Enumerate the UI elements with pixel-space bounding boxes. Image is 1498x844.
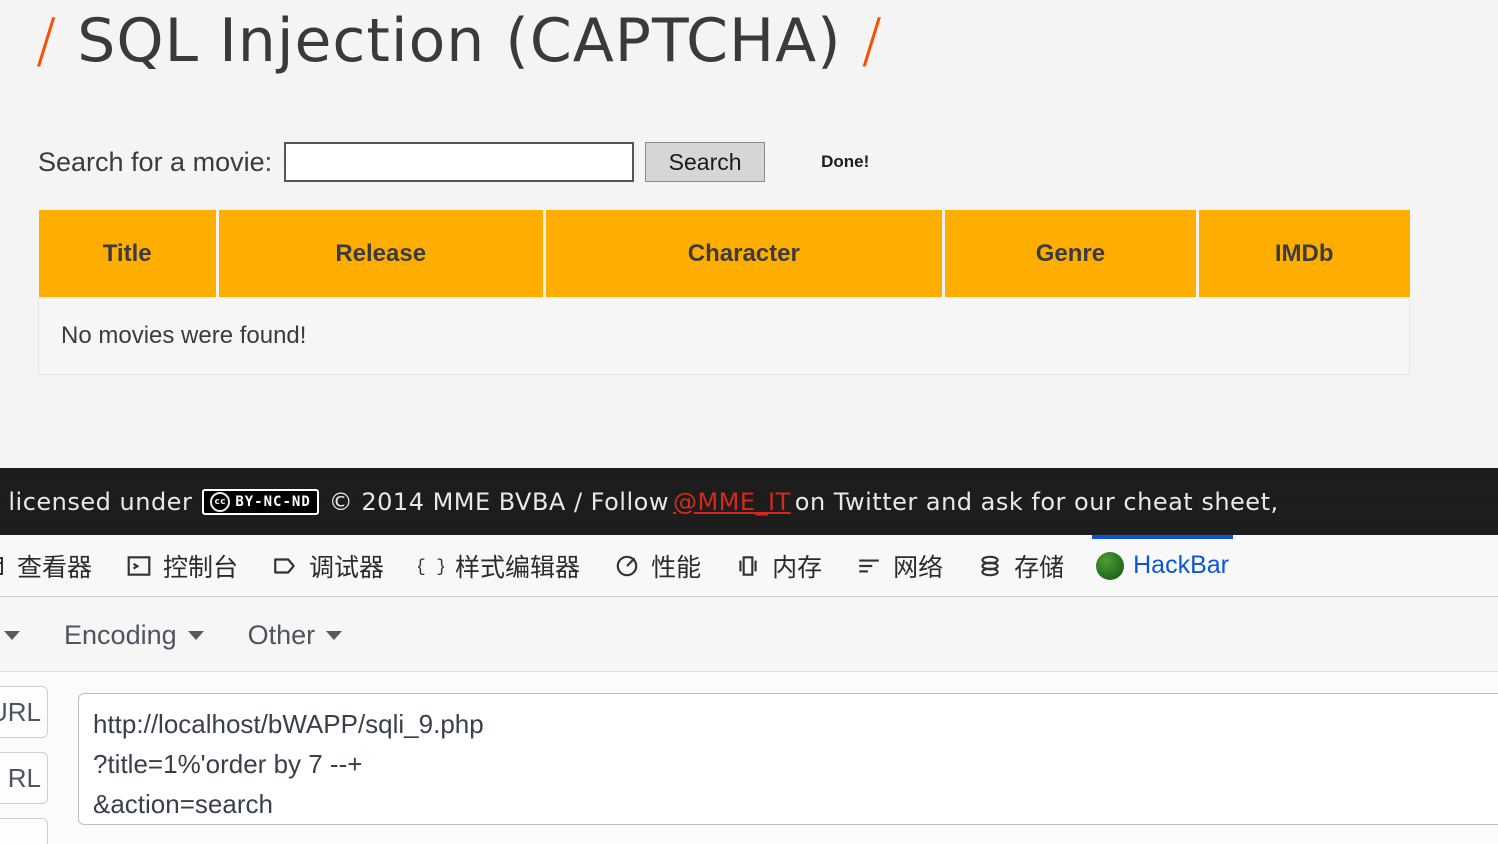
column-header-title: Title (38, 210, 219, 298)
column-header-genre: Genre (943, 210, 1199, 298)
tab-performance[interactable]: 性能 (596, 535, 717, 596)
devtools-tab-strip: 查看器 控制台 调试器 { } 样式编辑器 性能 内存 网络 (0, 535, 1498, 597)
search-form: Search for a movie: Search Done! (38, 142, 869, 182)
svg-text:{ }: { } (418, 558, 444, 577)
tab-memory-label: 内存 (772, 553, 823, 582)
hackbar-menu-bar: n Encoding Other (0, 600, 1498, 672)
chevron-down-icon (187, 631, 204, 640)
debugger-icon (270, 551, 300, 581)
hackbar-menu-encoding[interactable]: Encoding (42, 620, 226, 651)
cc-license-text: BY-NC-ND (235, 493, 311, 510)
page-title: / SQL Injection (CAPTCHA) / (36, 6, 883, 76)
tab-network-label: 网络 (893, 553, 944, 582)
cc-icon: cc (210, 491, 231, 512)
twitter-handle-link[interactable]: @MME_IT (673, 488, 791, 516)
tab-inspector-label: 查看器 (17, 553, 93, 582)
search-label: Search for a movie: (38, 146, 273, 177)
hackbar-url-textarea[interactable] (78, 693, 1498, 825)
style-editor-icon: { } (416, 551, 446, 581)
performance-icon (612, 551, 642, 581)
movies-table: Title Release Character Genre IMDb No mo… (38, 210, 1410, 375)
load-url-button[interactable]: URL (0, 686, 48, 738)
tab-debugger-label: 调试器 (309, 553, 385, 582)
hackbar-action-buttons: URL RL (0, 686, 48, 844)
hackbar-menu-sql[interactable]: n (0, 620, 42, 651)
tab-hackbar-label: HackBar (1133, 551, 1229, 579)
column-header-imdb: IMDb (1197, 210, 1410, 298)
tab-storage-label: 存储 (1014, 553, 1065, 582)
column-header-release: Release (217, 210, 546, 298)
hackbar-menu-other-label: Other (247, 620, 316, 650)
footer-copyright-text: © 2014 MME BVBA / Follow (328, 487, 669, 516)
search-button[interactable]: Search (645, 142, 766, 182)
title-slash-left: / (36, 6, 58, 76)
title-slash-right: / (861, 6, 883, 76)
tab-style-editor-label: 样式编辑器 (455, 553, 581, 582)
tab-style-editor[interactable]: { } 样式编辑器 (400, 535, 596, 596)
tab-network[interactable]: 网络 (838, 535, 959, 596)
inspector-icon (0, 551, 8, 581)
status-done-text: Done! (821, 152, 870, 171)
tab-storage[interactable]: 存储 (959, 535, 1080, 596)
column-header-character: Character (544, 210, 946, 298)
tab-debugger[interactable]: 调试器 (254, 535, 400, 596)
storage-icon (975, 551, 1005, 581)
hackbar-menu-other[interactable]: Other (226, 620, 365, 651)
footer-license-text: PP is licensed under (0, 487, 193, 516)
hackbar-menu-encoding-label: Encoding (64, 620, 177, 650)
console-icon (124, 551, 154, 581)
chevron-down-icon (4, 631, 21, 640)
execute-button[interactable] (0, 818, 48, 844)
split-url-button[interactable]: RL (0, 752, 48, 804)
network-icon (854, 551, 884, 581)
browser-page-content: / SQL Injection (CAPTCHA) / Search for a… (0, 0, 1498, 468)
tab-memory[interactable]: 内存 (717, 535, 838, 596)
tab-inspector[interactable]: 查看器 (0, 535, 108, 596)
tab-console[interactable]: 控制台 (108, 535, 254, 596)
tab-console-label: 控制台 (163, 553, 239, 582)
search-input[interactable] (284, 142, 635, 182)
tab-performance-label: 性能 (651, 553, 702, 582)
table-row-empty: No movies were found! (38, 297, 1410, 375)
tab-hackbar[interactable]: HackBar (1080, 535, 1245, 596)
memory-icon (733, 551, 763, 581)
chevron-down-icon (326, 631, 343, 640)
footer-tail-text: on Twitter and ask for our cheat sheet, (794, 487, 1279, 516)
table-header-row: Title Release Character Genre IMDb (38, 210, 1410, 298)
hackbar-icon (1096, 551, 1125, 580)
title-text: SQL Injection (CAPTCHA) (77, 6, 842, 76)
creative-commons-badge: cc BY-NC-ND (202, 488, 319, 515)
page-footer: PP is licensed under cc BY-NC-ND © 2014 … (0, 468, 1498, 535)
empty-message: No movies were found! (38, 297, 1410, 375)
